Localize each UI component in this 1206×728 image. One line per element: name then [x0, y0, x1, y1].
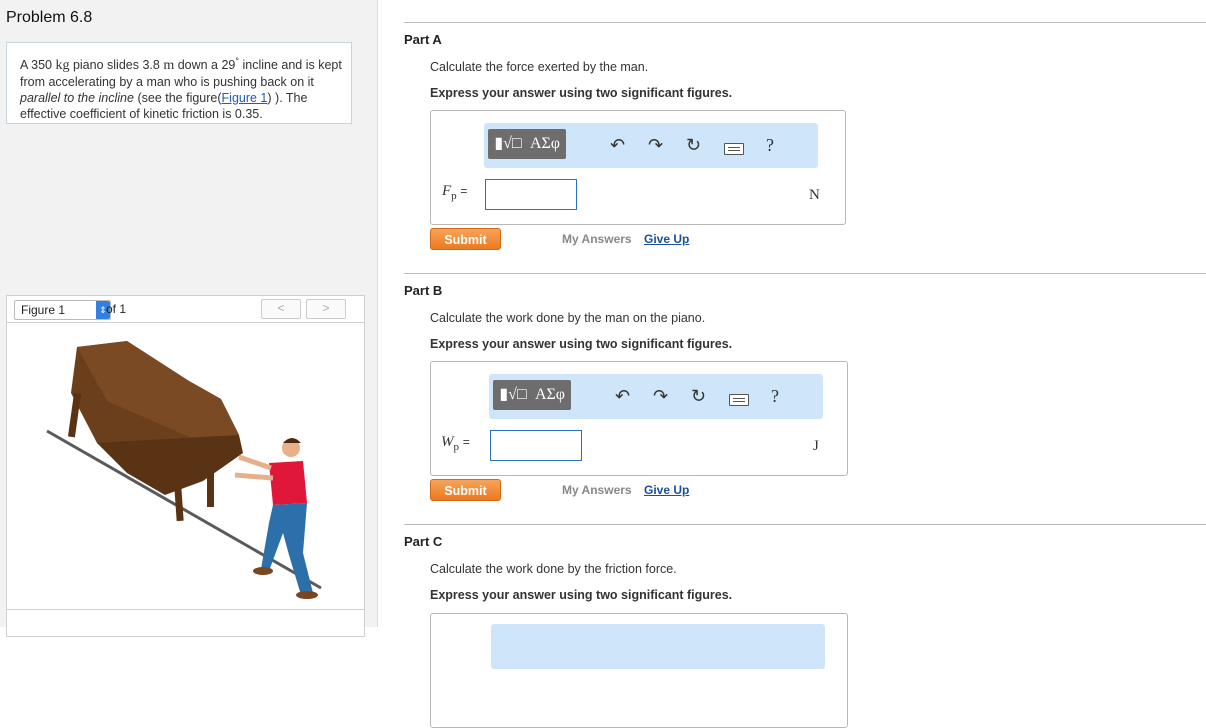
piano-figure — [46, 341, 322, 599]
part-c-question: Calculate the work done by the friction … — [430, 562, 677, 576]
part-a-answer-input[interactable] — [485, 179, 577, 210]
figure-footer — [7, 609, 364, 610]
keyboard-icon[interactable] — [729, 394, 749, 406]
divider — [404, 524, 1206, 525]
prev-figure-button[interactable]: < — [261, 299, 301, 319]
reset-icon[interactable]: ↻ — [691, 386, 706, 407]
part-a-give-up-link[interactable]: Give Up — [644, 232, 689, 246]
part-a-instruction: Express your answer using two significan… — [430, 86, 733, 100]
toolbar-group: ▮√□ ΑΣφ — [488, 129, 566, 159]
part-b-instruction: Express your answer using two significan… — [430, 337, 733, 351]
answer-panel: Part A Calculate the force exerted by th… — [378, 0, 1206, 728]
figure-link[interactable]: Figure 1 — [222, 91, 268, 105]
part-a-unit: N — [809, 187, 820, 203]
part-b-answer-input[interactable] — [490, 430, 582, 461]
part-b-question: Calculate the work done by the man on th… — [430, 311, 706, 325]
templates-button[interactable]: ▮√□ — [496, 384, 530, 406]
keyboard-icon[interactable] — [724, 143, 744, 155]
part-b-my-answers[interactable]: My Answers — [562, 483, 632, 497]
part-a-my-answers[interactable]: My Answers — [562, 232, 632, 246]
part-a-variable: Fp = — [442, 183, 468, 202]
figure-viewer: Figure 1 ⇕ of 1 < > — [6, 295, 365, 637]
man — [234, 438, 318, 599]
help-icon[interactable]: ? — [771, 386, 779, 407]
part-a-submit-button[interactable]: Submit — [430, 228, 501, 250]
part-b-submit-button[interactable]: Submit — [430, 479, 501, 501]
undo-icon[interactable]: ↶ — [610, 135, 625, 156]
divider — [404, 22, 1206, 23]
divider — [404, 273, 1206, 274]
part-b-unit: J — [813, 438, 819, 454]
greek-button[interactable]: ΑΣφ — [528, 133, 562, 155]
math-toolbar: ▮√□ ΑΣφ ↶ ↷ ↻ ? — [489, 374, 823, 419]
figure-select[interactable]: Figure 1 ⇕ — [14, 300, 111, 320]
redo-icon[interactable]: ↷ — [653, 386, 668, 407]
part-a-answer-box: ▮√□ ΑΣφ ↶ ↷ ↻ ? Fp = N — [430, 110, 846, 225]
help-icon[interactable]: ? — [766, 135, 774, 156]
next-figure-button[interactable]: > — [306, 299, 346, 319]
part-c-answer-box — [430, 613, 848, 728]
part-c-instruction: Express your answer using two significan… — [430, 588, 733, 602]
problem-panel: Problem 6.8 A 350 kg piano slides 3.8 m … — [0, 0, 378, 637]
problem-title: Problem 6.8 — [6, 9, 93, 26]
undo-icon[interactable]: ↶ — [615, 386, 630, 407]
part-b-give-up-link[interactable]: Give Up — [644, 483, 689, 497]
figure-count: of 1 — [106, 302, 127, 316]
part-b-heading: Part B — [404, 283, 443, 298]
redo-icon[interactable]: ↷ — [648, 135, 663, 156]
part-a-question: Calculate the force exerted by the man. — [430, 60, 649, 74]
part-b-variable: Wp = — [441, 434, 470, 453]
figure-toolbar: Figure 1 ⇕ of 1 < > — [7, 296, 364, 323]
reset-icon[interactable]: ↻ — [686, 135, 701, 156]
greek-button[interactable]: ΑΣφ — [533, 384, 567, 406]
toolbar-group: ▮√□ ΑΣφ — [493, 380, 571, 410]
math-toolbar — [491, 624, 825, 669]
templates-button[interactable]: ▮√□ — [491, 133, 525, 155]
problem-statement: A 350 kg piano slides 3.8 m down a 29° i… — [6, 42, 352, 124]
part-c-heading: Part C — [404, 534, 443, 549]
part-b-answer-box: ▮√□ ΑΣφ ↶ ↷ ↻ ? Wp = J — [430, 361, 848, 476]
math-toolbar: ▮√□ ΑΣφ ↶ ↷ ↻ ? — [484, 123, 818, 168]
part-a-heading: Part A — [404, 32, 442, 47]
